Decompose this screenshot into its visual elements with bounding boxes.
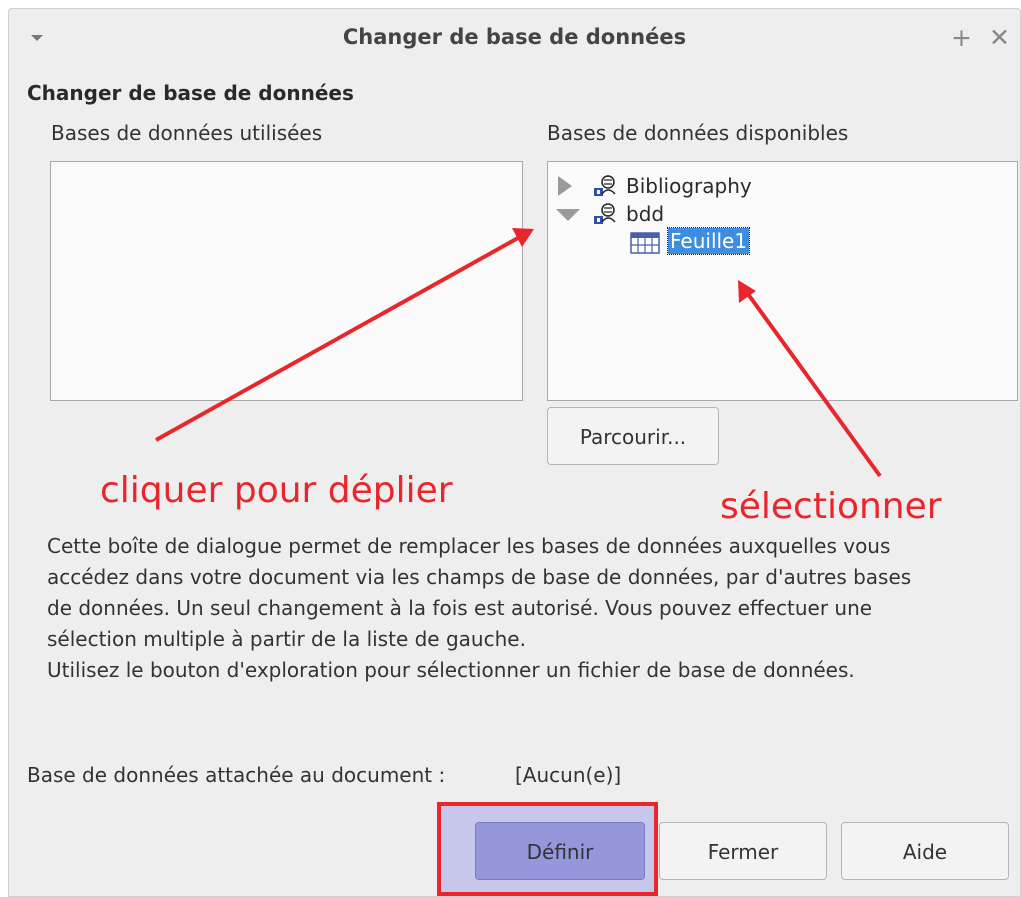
available-databases-tree[interactable]: Bibliography bdd Feuille1 xyxy=(547,161,1018,401)
annotation-expand-hint: cliquer pour déplier xyxy=(100,470,453,511)
description-line: accédez dans votre document via les cham… xyxy=(47,565,912,589)
description-line: de données. Un seul changement à la fois… xyxy=(47,596,873,620)
title-bar: Changer de base de données + ✕ xyxy=(9,9,1020,69)
description-text: Cette boîte de dialogue permet de rempla… xyxy=(47,531,1007,686)
collapse-arrow-icon[interactable] xyxy=(556,209,580,221)
available-databases-label: Bases de données disponibles xyxy=(547,121,849,145)
used-databases-list[interactable] xyxy=(50,161,523,401)
define-button[interactable]: Définir xyxy=(475,822,645,880)
used-databases-label: Bases de données utilisées xyxy=(51,121,323,145)
close-icon[interactable]: ✕ xyxy=(989,23,1010,53)
table-icon xyxy=(630,232,660,254)
dialog-window: Changer de base de données + ✕ Changer d… xyxy=(8,8,1021,897)
attached-database-value: [Aucun(e)] xyxy=(515,763,622,787)
tree-item-label: Bibliography xyxy=(626,174,752,198)
close-button[interactable]: Fermer xyxy=(659,822,827,880)
attached-database-label: Base de données attachée au document : xyxy=(27,763,446,787)
window-title: Changer de base de données xyxy=(342,25,687,49)
expand-arrow-icon[interactable] xyxy=(558,176,572,196)
description-line: Utilisez le bouton d'exploration pour sé… xyxy=(47,658,855,682)
browse-button[interactable]: Parcourir... xyxy=(547,407,719,465)
help-button[interactable]: Aide xyxy=(841,822,1009,880)
annotation-select-hint: sélectionner xyxy=(720,486,942,527)
description-line: sélection multiple à partir de la liste … xyxy=(47,627,526,651)
description-line: Cette boîte de dialogue permet de rempla… xyxy=(47,534,891,558)
tree-item-label: bdd xyxy=(626,202,665,226)
pin-icon[interactable]: + xyxy=(951,23,972,53)
database-icon xyxy=(594,175,616,196)
selected-table-label[interactable]: Feuille1 xyxy=(666,227,751,255)
section-title: Changer de base de données xyxy=(27,81,354,105)
database-icon xyxy=(594,203,616,224)
